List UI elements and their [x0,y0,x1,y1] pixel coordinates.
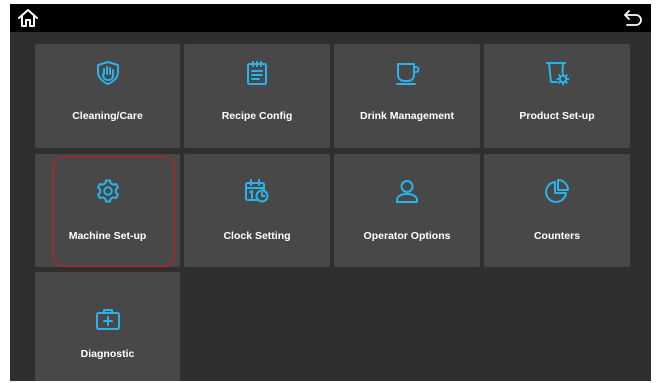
tile-label: Recipe Config [221,110,293,122]
gear-icon [96,179,119,203]
tile-label: Operator Options [363,230,451,242]
calendar-clock-icon [245,179,269,203]
clipboard-icon [247,61,267,85]
tile-label: Machine Set-up [68,230,147,242]
cleaning-hand-icon [96,61,119,85]
back-button[interactable] [622,8,644,28]
tile-clock-setting[interactable]: Clock Setting [184,154,330,267]
tile-operator-options[interactable]: Operator Options [334,154,480,267]
tile-diagnostic[interactable]: Diagnostic [35,272,180,381]
first-aid-kit-icon [95,309,120,330]
tile-label: Clock Setting [223,230,291,242]
tile-drink-management[interactable]: Drink Management [334,44,480,148]
tile-machine-set-up[interactable]: Machine Set-up [35,154,180,267]
cup-icon [396,63,420,85]
container-gear-icon [546,62,570,86]
top-bar [10,4,651,32]
tile-label: Cleaning/Care [72,110,143,122]
back-arrow-icon [624,10,642,26]
home-icon [18,9,38,27]
tile-cleaning-care[interactable]: Cleaning/Care [35,44,180,148]
user-icon [396,180,418,203]
tile-counters[interactable]: Counters [484,154,630,267]
tile-label: Drink Management [360,110,454,122]
home-button[interactable] [17,7,39,29]
touch-screen: Cleaning/Care Recipe Config Drink Manage… [10,4,651,381]
tile-recipe-config[interactable]: Recipe Config [184,44,330,148]
tile-product-set-up[interactable]: Product Set-up [484,44,630,148]
tile-label: Diagnostic [80,348,135,360]
pie-chart-icon [545,179,569,203]
tile-label: Counters [533,230,581,242]
tile-label: Product Set-up [519,110,595,122]
